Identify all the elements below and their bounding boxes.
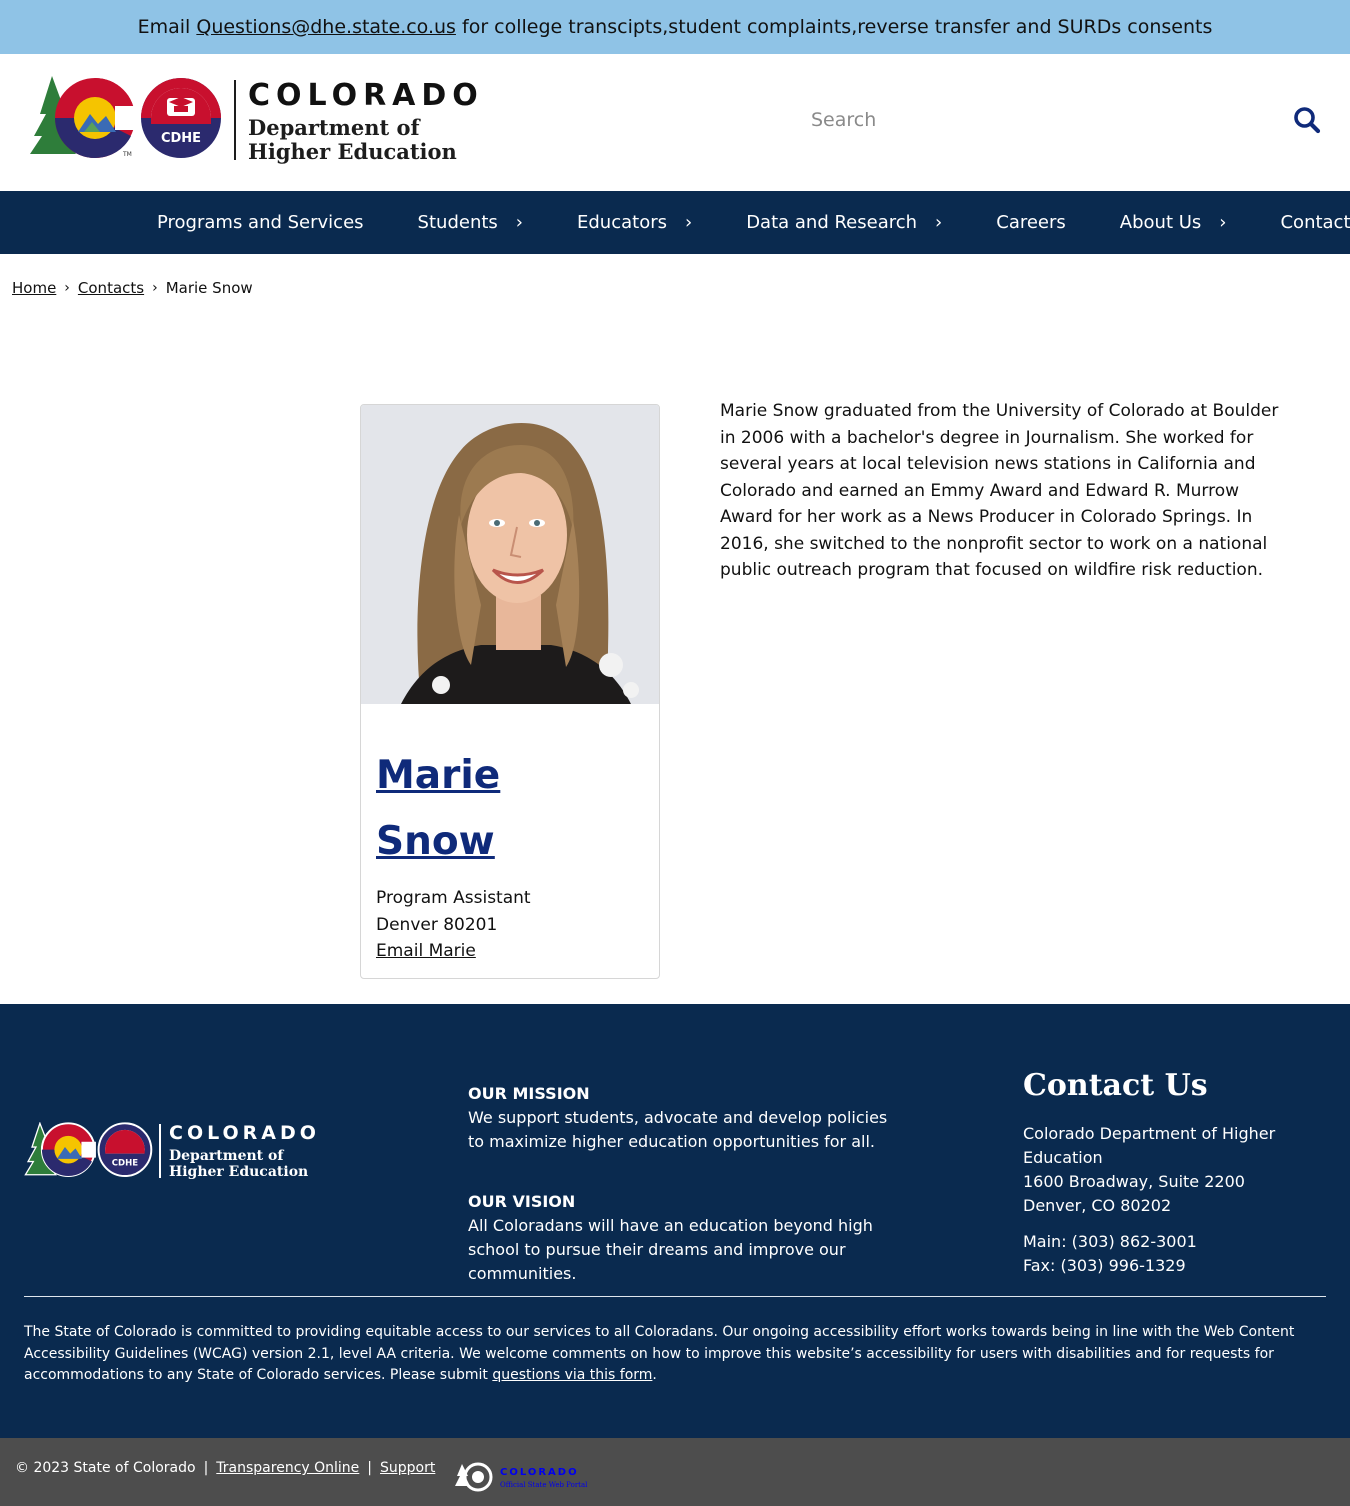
nav-label: Data and Research — [746, 212, 918, 233]
footer-contact: Contact Us Colorado Department of Higher… — [1023, 1064, 1343, 1278]
footer-logo-link[interactable]: CDHE COLORADO Department of Higher Educa… — [24, 1121, 334, 1184]
profile-title: Program Assistant — [376, 888, 531, 908]
copyright: © 2023 State of Colorado — [15, 1460, 196, 1476]
logo-dept-text: Department of Higher Education — [248, 116, 457, 164]
nav-label: Contact Us — [1280, 212, 1350, 233]
nav-item-students[interactable]: Students › — [391, 191, 550, 254]
mission-text: We support students, advocate and develo… — [468, 1108, 888, 1151]
mission-heading: OUR MISSION — [468, 1084, 590, 1103]
nav-item-about-us[interactable]: About Us › — [1093, 191, 1254, 254]
email-profile-link[interactable]: Email Marie — [376, 941, 476, 961]
profile-photo — [361, 405, 659, 704]
svg-text:TM: TM — [122, 151, 132, 158]
transparency-online-link[interactable]: Transparency Online — [216, 1460, 359, 1476]
site-footer: CDHE COLORADO Department of Higher Educa… — [0, 1004, 1350, 1438]
footer-logo-colorado-text: COLORADO — [169, 1122, 320, 1144]
accessibility-text: The State of Colorado is committed to pr… — [24, 1324, 1295, 1383]
profile-last-name: Snow — [376, 819, 495, 864]
breadcrumb-separator: › — [152, 280, 158, 296]
breadcrumb-current: Marie Snow — [165, 279, 253, 297]
breadcrumb-separator: › — [64, 280, 70, 296]
profile-card: Marie Snow Program Assistant Denver 8020… — [360, 404, 660, 979]
footer-divider — [24, 1296, 1326, 1297]
logo-colorado-text: COLORADO — [248, 78, 484, 113]
footer-address-line1: 1600 Broadway, Suite 2200 — [1023, 1172, 1245, 1191]
logo-badge-text: CDHE — [161, 131, 201, 146]
accessibility-statement: The State of Colorado is committed to pr… — [24, 1322, 1324, 1387]
profile-first-name: Marie — [376, 753, 501, 798]
main-nav: Programs and Services Students › Educator… — [0, 191, 1350, 254]
nav-item-data-and-research[interactable]: Data and Research › — [719, 191, 969, 254]
footer-logo-dept-line1: Department of — [169, 1148, 284, 1164]
footer-main-phone: Main: (303) 862-3001 — [1023, 1232, 1197, 1251]
alert-banner: Email Questions@dhe.state.co.us for coll… — [0, 0, 1350, 54]
alert-suffix: for college transcipts,student complaint… — [455, 16, 1213, 38]
nav-item-careers[interactable]: Careers — [969, 191, 1093, 254]
logo-divider — [234, 80, 236, 160]
portal-colorado-text: COLORADO — [500, 1467, 579, 1478]
portal-subtitle-text: Official State Web Portal — [500, 1481, 588, 1489]
footer-logo-dept-line2: Higher Education — [169, 1164, 309, 1180]
chevron-right-icon: › — [1219, 212, 1227, 233]
footer-mission: OUR MISSION We support students, advocat… — [468, 1082, 908, 1154]
nav-item-contact-us[interactable]: Contact Us — [1253, 191, 1350, 254]
profile-location: Denver 80201 — [376, 914, 498, 935]
nav-label: Careers — [996, 212, 1066, 233]
alert-prefix: Email — [137, 16, 197, 38]
alert-email-link[interactable]: Questions@dhe.state.co.us — [196, 16, 456, 38]
colorado-c-logo-icon: TM CDHE — [30, 76, 221, 159]
nav-label: About Us — [1119, 212, 1202, 233]
search-input[interactable] — [800, 100, 1270, 140]
nav-item-educators[interactable]: Educators › — [550, 191, 719, 254]
profile-name-link[interactable]: Marie Snow — [376, 743, 646, 875]
footer-fax: Fax: (303) 996-1329 — [1023, 1256, 1186, 1275]
bottom-separator: | — [203, 1460, 209, 1476]
chevron-right-icon: › — [515, 212, 523, 233]
vision-heading: OUR VISION — [468, 1192, 576, 1211]
bottom-separator: | — [367, 1460, 373, 1476]
profile-name: Marie Snow — [376, 743, 646, 875]
colorado-portal-logo-icon — [455, 1462, 493, 1492]
logo-dept-line1: Department of — [248, 115, 420, 140]
chevron-right-icon: › — [935, 212, 943, 233]
footer-colorado-logo-icon: CDHE — [24, 1121, 153, 1178]
bottom-bar: © 2023 State of Colorado | Transparency … — [0, 1438, 1350, 1506]
nav-label: Programs and Services — [157, 212, 364, 233]
vision-text: All Coloradans will have an education be… — [468, 1216, 873, 1283]
nav-item-programs-and-services[interactable]: Programs and Services — [130, 191, 391, 254]
nav-label: Students — [417, 212, 498, 233]
search-icon — [1294, 106, 1321, 133]
footer-vision: OUR VISION All Coloradans will have an e… — [468, 1190, 908, 1286]
footer-logo-divider — [159, 1124, 161, 1178]
breadcrumb-home-link[interactable]: Home — [12, 279, 56, 297]
logo-dept-line2: Higher Education — [248, 139, 457, 164]
site-header: TM CDHE COLORADO Department of Higher Ed… — [0, 54, 1350, 191]
footer-address-line2: Denver, CO 80202 — [1023, 1196, 1172, 1215]
footer-logo-badge-text: CDHE — [112, 1159, 139, 1169]
state-portal-logo-link[interactable]: COLORADO Official State Web Portal — [454, 1462, 594, 1494]
footer-logo-dept-text: Department of Higher Education — [169, 1148, 308, 1180]
chevron-right-icon: › — [684, 212, 693, 233]
footer-contact-heading: Contact Us — [1023, 1068, 1208, 1103]
cdhe-logo-link[interactable]: TM CDHE COLORADO Department of Higher Ed… — [28, 76, 488, 172]
search-button[interactable] — [1290, 104, 1324, 138]
breadcrumb-contacts-link[interactable]: Contacts — [78, 279, 144, 297]
support-link[interactable]: Support — [380, 1460, 435, 1476]
accessibility-end: . — [652, 1367, 657, 1383]
profile-info: Program Assistant Denver 80201 Email Mar… — [376, 885, 531, 965]
nav-label: Educators — [577, 212, 667, 233]
breadcrumb: Home › Contacts › Marie Snow — [12, 279, 253, 297]
footer-org: Colorado Department of Higher Education — [1023, 1124, 1276, 1167]
profile-bio: Marie Snow graduated from the University… — [720, 401, 1279, 580]
accessibility-form-link[interactable]: questions via this form — [492, 1367, 652, 1383]
